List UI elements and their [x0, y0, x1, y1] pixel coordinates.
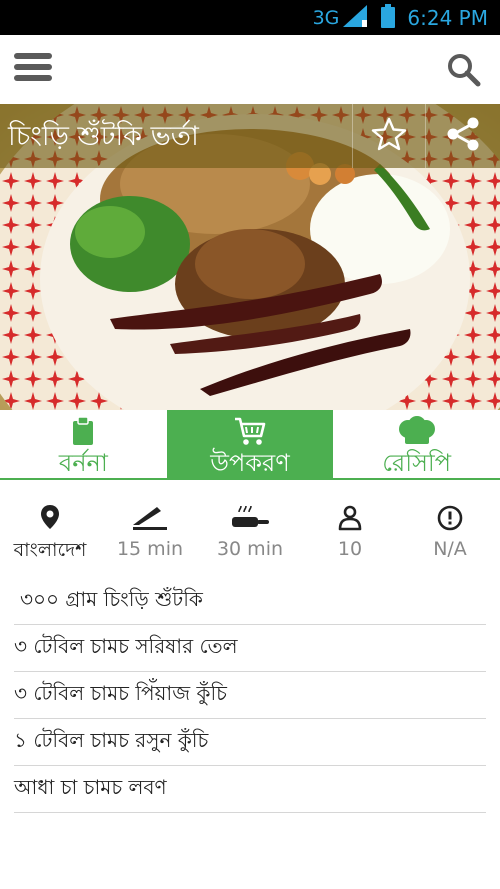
info-cook-time-value: 30 min: [216, 538, 284, 560]
recipe-title: চিংড়ি শুঁটকি ভর্তা: [8, 121, 199, 152]
tab-ingredients[interactable]: উপকরণ: [166, 410, 334, 478]
share-button[interactable]: [426, 104, 500, 168]
info-cook-time: 30 min: [200, 504, 300, 564]
info-origin: বাংলাদেশ: [0, 504, 100, 564]
signal-icon: [343, 4, 368, 31]
recipe-title-bar: চিংড়ি শুঁটকি ভর্তা: [0, 104, 500, 168]
search-icon[interactable]: [446, 52, 482, 88]
star-outline-icon: [371, 117, 407, 155]
info-difficulty: N/A: [400, 504, 500, 564]
tab-ingredients-label: উপকরণ: [210, 449, 290, 477]
app-bar: [0, 35, 500, 104]
ingredient-list: ৩০০ গ্রাম চিংড়ি শুঁটকি ৩ টেবিল চামচ সরি…: [14, 578, 486, 813]
tab-description-label: বর্ননা: [58, 449, 108, 477]
list-item: ৩০০ গ্রাম চিংড়ি শুঁটকি: [14, 578, 486, 625]
tab-description[interactable]: বর্ননা: [0, 410, 167, 478]
list-item: ৩ টেবিল চামচ সরিষার তেল: [14, 625, 486, 672]
info-prep-time-value: 15 min: [116, 538, 184, 560]
info-servings-value: 10: [337, 538, 363, 560]
person-icon: [338, 504, 362, 532]
menu-icon[interactable]: [14, 53, 54, 87]
clipboard-icon: [72, 416, 94, 446]
list-item: ৩ টেবিল চামচ পিঁয়াজ কুঁচি: [14, 672, 486, 719]
recipe-info-row: বাংলাদেশ 15 min 30 min 10 N/A: [0, 504, 500, 564]
knife-icon: [131, 504, 169, 532]
list-item: আধা চা চামচ লবণ: [14, 766, 486, 813]
tab-recipe[interactable]: রেসিপি: [333, 410, 500, 478]
alert-icon: [437, 504, 463, 532]
info-difficulty-value: N/A: [433, 538, 467, 560]
cart-icon: [234, 416, 266, 446]
battery-icon: [381, 3, 396, 32]
list-item: ১ টেবিল চামচ রসুন কুঁচি: [14, 719, 486, 766]
network-type: 3G: [312, 6, 340, 29]
info-origin-value: বাংলাদেশ: [13, 539, 87, 561]
location-icon: [40, 504, 60, 530]
clock-time: 6:24 PM: [407, 5, 488, 30]
status-bar: 3G 6:24 PM: [0, 0, 500, 35]
frying-pan-icon: [230, 504, 270, 532]
chef-hat-icon: [397, 416, 437, 446]
share-icon: [445, 116, 481, 156]
info-prep-time: 15 min: [100, 504, 200, 564]
recipe-photo: চিংড়ি শুঁটকি ভর্তা: [0, 104, 500, 410]
favorite-button[interactable]: [352, 104, 426, 168]
recipe-tabs: বর্ননা উপকরণ রেসিপি: [0, 410, 500, 480]
info-servings: 10: [300, 504, 400, 564]
tab-recipe-label: রেসিপি: [382, 449, 452, 477]
